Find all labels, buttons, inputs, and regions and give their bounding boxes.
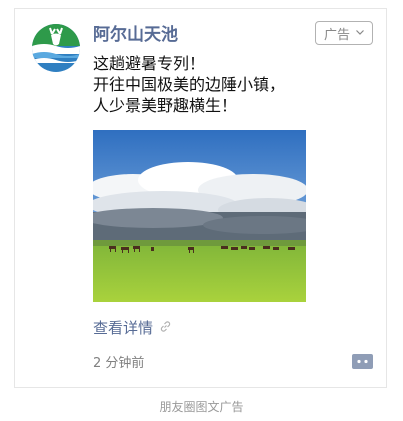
view-details-label: 查看详情 — [93, 319, 154, 337]
chevron-down-icon — [356, 28, 364, 38]
post-text-line: 人少景美野趣横生！ — [93, 96, 238, 115]
link-icon — [159, 318, 172, 338]
account-name[interactable]: 阿尔山天池 — [93, 24, 178, 46]
ad-type-caption: 朋友圈图文广告 — [159, 400, 244, 414]
ad-card: 阿尔山天池 广告 这趟避暑专列！ 开往中国极美的边陲小镇， 人少景美野趣横生！ — [14, 8, 387, 388]
ad-photo[interactable] — [93, 130, 306, 302]
post-text-line: 开往中国极美的边陲小镇， — [93, 75, 286, 94]
comment-icon[interactable] — [352, 354, 373, 369]
avatar[interactable] — [32, 24, 80, 72]
deer-logo-icon — [32, 24, 80, 72]
view-details-link[interactable]: 查看详情 — [93, 318, 172, 338]
ad-badge[interactable]: 广告 — [315, 21, 373, 45]
post-text-line: 这趟避暑专列！ — [93, 54, 206, 73]
post-time: 2 分钟前 — [93, 356, 145, 371]
post-text: 这趟避暑专列！ 开往中国极美的边陲小镇， 人少景美野趣横生！ — [93, 53, 373, 116]
ad-badge-label: 广告 — [323, 27, 350, 43]
